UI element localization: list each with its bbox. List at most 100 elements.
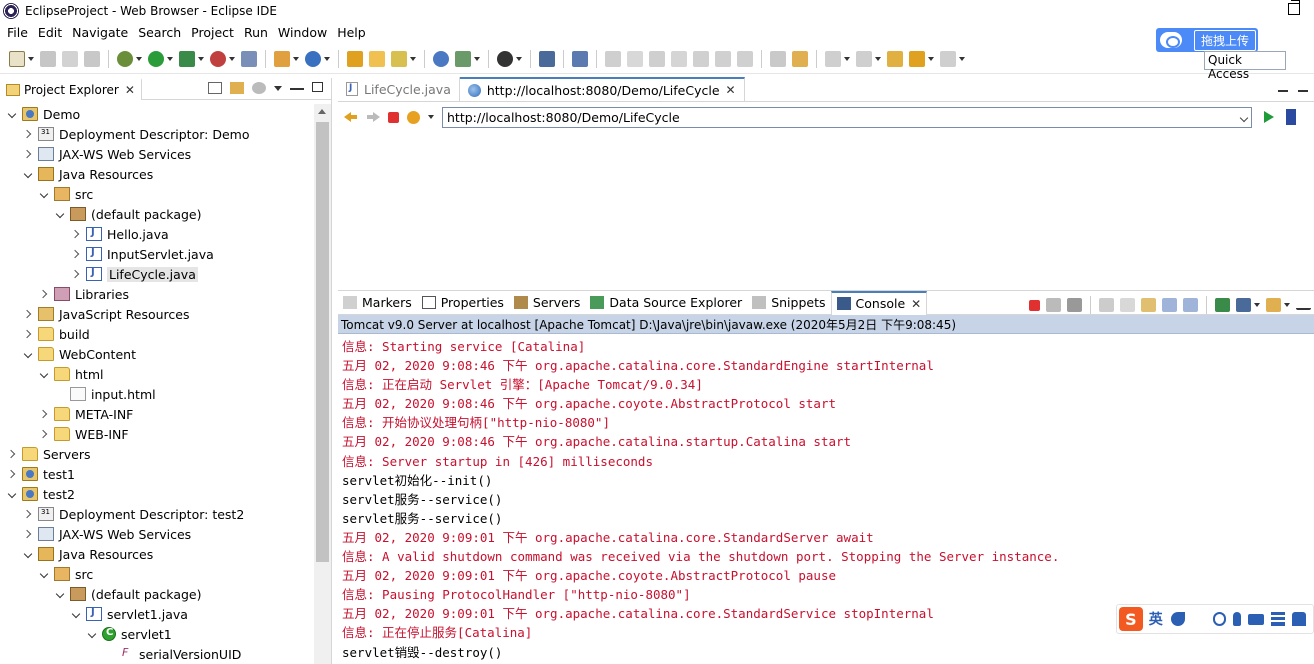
tree-item[interactable]: Deployment Descriptor: Demo (24, 124, 249, 144)
show-on-stdout-icon[interactable] (1162, 298, 1177, 312)
dropdown-arrow-icon[interactable] (928, 56, 934, 61)
scrollbar-thumb[interactable] (316, 122, 329, 562)
menu-search[interactable]: Search (133, 25, 186, 40)
dropdown-arrow-icon[interactable] (959, 56, 965, 61)
expand-arrow-icon[interactable] (40, 569, 50, 579)
quick-access-input[interactable]: Quick Access (1204, 51, 1286, 81)
browser-content[interactable] (338, 132, 1314, 285)
moon-icon[interactable] (1170, 612, 1185, 626)
tree-item[interactable]: test1 (8, 464, 75, 484)
refresh-icon[interactable] (407, 110, 420, 124)
minimize-icon[interactable] (1278, 84, 1288, 92)
tab-console[interactable]: Console ✕ (830, 290, 928, 315)
tree-item[interactable]: WebContent (24, 344, 136, 364)
expand-arrow-icon[interactable] (40, 189, 50, 199)
expand-arrow-icon[interactable] (72, 609, 82, 619)
tree-item[interactable]: servlet1.java (72, 604, 188, 624)
back-arrow-icon[interactable] (344, 111, 358, 123)
tree-item[interactable]: test2 (8, 484, 75, 504)
sogou-ime-bar[interactable]: S 英 (1116, 604, 1314, 634)
dropdown-arrow-icon[interactable] (136, 56, 142, 61)
menu-edit[interactable]: Edit (33, 25, 67, 40)
keyboard-icon[interactable] (1248, 613, 1265, 625)
new-class-icon[interactable] (305, 50, 321, 67)
collapse-arrow-icon[interactable] (72, 269, 82, 279)
project-explorer-tab[interactable]: Project Explorer ✕ (0, 77, 142, 100)
last-edit-icon[interactable] (887, 50, 903, 67)
ime-language-toggle[interactable]: 英 (1149, 609, 1163, 629)
expand-arrow-icon[interactable] (24, 169, 34, 179)
tab-snippets[interactable]: Snippets (747, 291, 830, 315)
dropdown-arrow-icon[interactable] (516, 56, 522, 61)
tree-item[interactable]: JAX-WS Web Services (24, 144, 191, 164)
collapse-arrow-icon[interactable] (24, 529, 34, 539)
expand-arrow-icon[interactable] (56, 209, 66, 219)
use-step-filters-icon[interactable] (792, 50, 808, 67)
run-server-icon[interactable] (179, 50, 195, 67)
remove-all-icon[interactable] (1067, 298, 1082, 312)
collapse-arrow-icon[interactable] (8, 449, 18, 459)
new-icon[interactable] (9, 50, 25, 67)
menu-navigate[interactable]: Navigate (67, 25, 133, 40)
tab-markers[interactable]: Markers (338, 291, 417, 315)
collapse-arrow-icon[interactable] (72, 229, 82, 239)
menu-project[interactable]: Project (186, 25, 239, 40)
run-icon[interactable] (148, 50, 164, 67)
globe-icon[interactable] (433, 50, 449, 67)
toolbox-icon[interactable] (1271, 612, 1286, 626)
view-menu-icon[interactable] (274, 86, 282, 91)
forward-arrow-icon[interactable] (366, 111, 380, 123)
stop-icon[interactable] (388, 111, 399, 123)
tab-web-browser[interactable]: http://localhost:8080/Demo/LifeCycle ✕ (459, 77, 745, 101)
open-console-icon[interactable] (1266, 298, 1281, 312)
dropdown-arrow-icon[interactable] (410, 56, 416, 61)
collapse-arrow-icon[interactable] (24, 509, 34, 519)
console-icon[interactable] (539, 50, 555, 67)
close-icon[interactable]: ✕ (125, 83, 135, 97)
dropdown-arrow-icon[interactable] (293, 56, 299, 61)
drop-to-frame-icon[interactable] (770, 50, 786, 67)
close-icon[interactable]: ✕ (726, 83, 736, 97)
open-task-icon[interactable] (391, 50, 407, 67)
terminate-icon[interactable] (1029, 299, 1040, 311)
minimize-icon[interactable] (1296, 300, 1311, 310)
close-icon[interactable]: ✕ (911, 297, 921, 311)
tree-item[interactable]: src (40, 184, 93, 204)
tree-item[interactable]: (default package) (56, 204, 201, 224)
emoji-icon[interactable] (1212, 612, 1227, 626)
dropdown-arrow-icon[interactable] (1284, 303, 1290, 307)
open-folder-icon[interactable] (369, 50, 385, 67)
next-annotation-icon[interactable] (825, 50, 841, 67)
tree-item[interactable]: META-INF (40, 404, 133, 424)
browser-menu-icon[interactable] (1286, 109, 1296, 125)
tree-item[interactable]: LifeCycle.java (72, 264, 198, 284)
tree-item[interactable]: serialVersionUID (104, 644, 241, 664)
expand-arrow-icon[interactable] (56, 589, 66, 599)
disconnect-icon[interactable] (671, 50, 687, 67)
display-selected-console-icon[interactable] (1236, 298, 1251, 312)
chevron-down-icon[interactable] (1239, 113, 1249, 122)
suspend-icon[interactable] (627, 50, 643, 67)
print-icon[interactable] (84, 50, 100, 67)
collapse-arrow-icon[interactable] (24, 129, 34, 139)
tab-lifecycle-java[interactable]: LifeCycle.java (338, 77, 460, 101)
skip-breakpoints-icon[interactable] (572, 50, 588, 67)
expand-arrow-icon[interactable] (8, 489, 18, 499)
external-tools-icon[interactable] (210, 50, 226, 67)
user-icon[interactable] (497, 50, 513, 67)
expand-arrow-icon[interactable] (8, 109, 18, 119)
menu-file[interactable]: File (2, 25, 33, 40)
tree-item[interactable]: servlet1 (88, 624, 172, 644)
resume-icon[interactable] (605, 50, 621, 67)
tree-item[interactable]: JAX-WS Web Services (24, 524, 191, 544)
tree-item[interactable]: build (24, 324, 90, 344)
step-return-icon[interactable] (737, 50, 753, 67)
collapse-all-icon[interactable] (208, 82, 222, 94)
previous-annotation-icon[interactable] (856, 50, 872, 67)
collapse-arrow-icon[interactable] (8, 469, 18, 479)
tree-item[interactable]: Deployment Descriptor: test2 (24, 504, 244, 524)
dropdown-arrow-icon[interactable] (167, 56, 173, 61)
dropdown-arrow-icon[interactable] (844, 56, 850, 61)
coverage-icon[interactable] (241, 50, 257, 67)
debug-icon[interactable] (117, 50, 133, 67)
